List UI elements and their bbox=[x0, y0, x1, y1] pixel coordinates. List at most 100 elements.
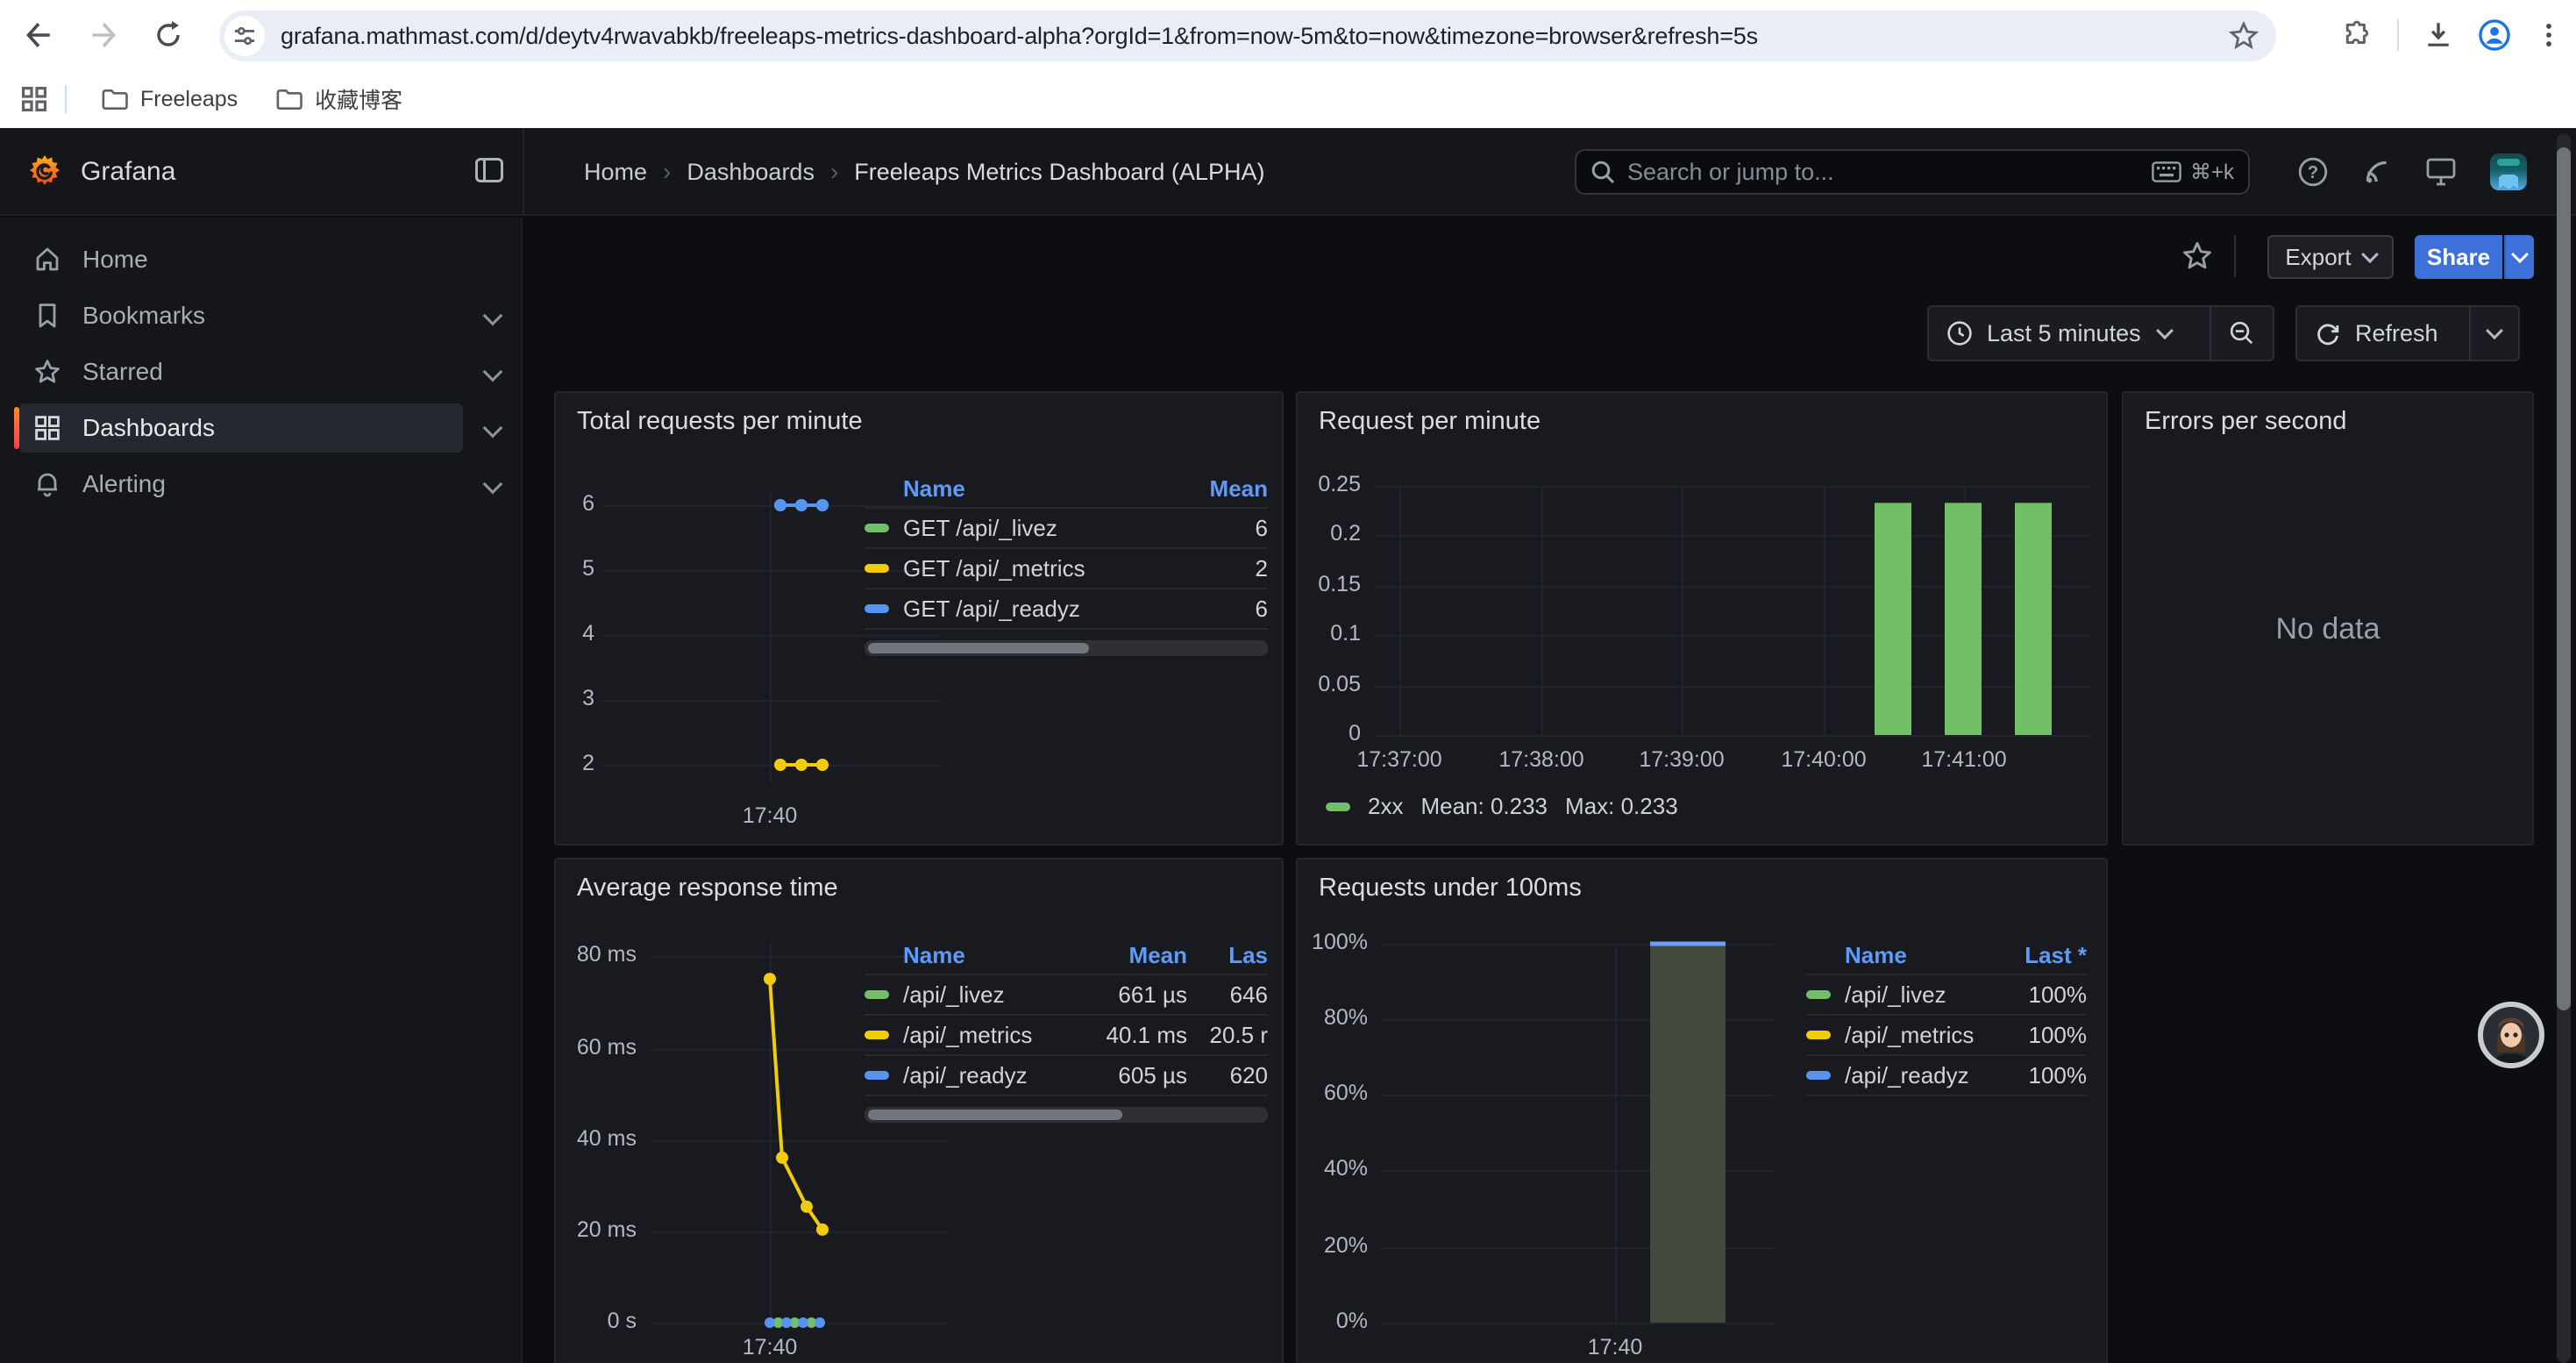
chevron-down-icon[interactable] bbox=[483, 418, 503, 439]
legend-row[interactable]: /api/_readyz100% bbox=[1806, 1056, 2087, 1096]
panel-avg-response-time: Average response time 80 ms 60 ms 40 ms … bbox=[554, 858, 1284, 1363]
chevron-down-icon[interactable] bbox=[483, 306, 503, 326]
legend-scrollbar[interactable] bbox=[865, 1107, 1268, 1123]
export-button[interactable]: Export bbox=[2267, 235, 2394, 279]
time-range-label: Last 5 minutes bbox=[1987, 320, 2141, 347]
legend-row[interactable]: /api/_metrics40.1 ms20.5 r bbox=[865, 1016, 1268, 1056]
series-swatch bbox=[865, 564, 889, 573]
sidebar-item-dashboards[interactable]: Dashboards bbox=[19, 403, 463, 453]
grafana-logo-icon bbox=[26, 153, 63, 191]
news-rss-icon[interactable] bbox=[2362, 157, 2392, 187]
legend-row[interactable]: GET /api/_livez6 bbox=[865, 509, 1268, 549]
dock-sidebar-icon[interactable] bbox=[475, 158, 503, 182]
downloads-icon[interactable] bbox=[2423, 20, 2453, 50]
site-settings-icon[interactable] bbox=[224, 16, 265, 56]
search-shortcut: ⌘+k bbox=[2152, 160, 2234, 185]
legend-header: NameLast * bbox=[1806, 937, 2087, 975]
home-icon bbox=[33, 246, 61, 274]
time-range-group: Last 5 minutes bbox=[1927, 305, 2274, 361]
breadcrumb-home[interactable]: Home bbox=[584, 159, 647, 186]
breadcrumb-current: Freeleaps Metrics Dashboard (ALPHA) bbox=[854, 159, 1264, 186]
breadcrumb-dashboards[interactable]: Dashboards bbox=[687, 159, 815, 186]
nav-divider bbox=[523, 128, 524, 216]
sidebar: Home Bookmarks Starred Dashboards Alerti… bbox=[0, 218, 523, 1363]
series-swatch bbox=[865, 604, 889, 613]
application-window: grafana.mathmast.com/d/deytv4rwavabkb/fr… bbox=[0, 0, 2576, 1363]
search-input[interactable]: Search or jump to... ⌘+k bbox=[1575, 149, 2250, 195]
bell-icon bbox=[33, 470, 61, 498]
share-menu-button[interactable] bbox=[2504, 235, 2534, 279]
extensions-icon[interactable] bbox=[2343, 20, 2373, 50]
address-bar[interactable]: grafana.mathmast.com/d/deytv4rwavabkb/fr… bbox=[219, 11, 2276, 61]
reload-icon[interactable] bbox=[147, 14, 189, 56]
search-placeholder: Search or jump to... bbox=[1627, 159, 2152, 186]
legend-row[interactable]: /api/_livez661 µs646 bbox=[865, 975, 1268, 1016]
help-icon[interactable]: ? bbox=[2297, 156, 2329, 188]
breadcrumb: Home › Dashboards › Freeleaps Metrics Da… bbox=[584, 128, 1264, 216]
no-data-message: No data bbox=[2124, 612, 2532, 646]
sidebar-item-home[interactable]: Home bbox=[19, 235, 463, 284]
zoom-out-icon bbox=[2229, 320, 2255, 346]
refresh-interval-button[interactable] bbox=[2471, 307, 2518, 360]
sidebar-item-label: Alerting bbox=[82, 470, 166, 498]
apps-grid-icon[interactable] bbox=[21, 86, 47, 112]
toolbar-divider bbox=[2397, 19, 2399, 51]
chevron-down-icon bbox=[2511, 246, 2529, 263]
active-indicator bbox=[14, 407, 19, 449]
time-range-picker[interactable]: Last 5 minutes bbox=[1929, 307, 2210, 360]
clock-icon bbox=[1946, 320, 1973, 346]
panel-errors-per-second: Errors per second No data bbox=[2122, 391, 2534, 846]
time-controls: Last 5 minutes Refresh bbox=[524, 302, 2576, 372]
back-icon[interactable] bbox=[18, 14, 60, 56]
legend-row[interactable]: /api/_readyz605 µs620 bbox=[865, 1056, 1268, 1096]
profile-icon[interactable] bbox=[2478, 18, 2511, 52]
grafana-brand[interactable]: Grafana bbox=[26, 128, 175, 216]
browser-toolbar: grafana.mathmast.com/d/deytv4rwavabkb/fr… bbox=[0, 0, 2576, 70]
series-swatch bbox=[865, 1031, 889, 1039]
svg-text:?: ? bbox=[2308, 163, 2318, 182]
legend-line[interactable]: 2xx Mean: 0.233 Max: 0.233 bbox=[1326, 793, 1678, 820]
apps-grid-icon bbox=[33, 414, 61, 442]
user-avatar[interactable] bbox=[2490, 153, 2527, 190]
panel-request-per-minute: Request per minute 0.25 0.2 0.15 0.1 0.0… bbox=[1296, 391, 2108, 846]
page-scrollbar[interactable] bbox=[2557, 133, 2571, 1363]
chevron-down-icon bbox=[2486, 322, 2503, 339]
sidebar-item-bookmarks[interactable]: Bookmarks bbox=[19, 291, 463, 340]
series-swatch bbox=[1806, 1031, 1831, 1039]
browser-menu-icon[interactable] bbox=[2536, 22, 2562, 48]
bookmark-folder-freeleaps[interactable]: Freeleaps bbox=[88, 80, 252, 119]
refresh-group: Refresh bbox=[2295, 305, 2520, 361]
sidebar-item-starred[interactable]: Starred bbox=[19, 347, 463, 396]
monitor-icon[interactable] bbox=[2425, 157, 2457, 187]
sidebar-item-label: Home bbox=[82, 246, 148, 274]
scrollbar-thumb[interactable] bbox=[2557, 147, 2571, 1010]
chevron-down-icon[interactable] bbox=[483, 362, 503, 382]
refresh-icon bbox=[2315, 320, 2341, 346]
chevron-down-icon[interactable] bbox=[483, 475, 503, 495]
panel-title[interactable]: Errors per second bbox=[2145, 407, 2347, 436]
series-swatch bbox=[865, 990, 889, 999]
legend-table: NameMean GET /api/_livez6 GET /api/_metr… bbox=[865, 470, 1268, 630]
assistant-avatar[interactable] bbox=[2478, 1002, 2544, 1068]
zoom-out-button[interactable] bbox=[2211, 307, 2273, 360]
sidebar-item-alerting[interactable]: Alerting bbox=[19, 460, 463, 509]
legend-row[interactable]: GET /api/_readyz6 bbox=[865, 589, 1268, 630]
bar-chart bbox=[1298, 393, 2106, 844]
bookmark-star-icon[interactable] bbox=[2229, 21, 2259, 51]
legend-row[interactable]: /api/_livez100% bbox=[1806, 975, 2087, 1016]
legend-scrollbar[interactable] bbox=[865, 640, 1268, 656]
bookmark-folder-label: 收藏博客 bbox=[315, 83, 402, 115]
sidebar-item-label: Bookmarks bbox=[82, 302, 205, 330]
refresh-button[interactable]: Refresh bbox=[2297, 307, 2469, 360]
url-text[interactable]: grafana.mathmast.com/d/deytv4rwavabkb/fr… bbox=[281, 23, 2229, 50]
bookmark-folder-blogs[interactable]: 收藏博客 bbox=[262, 76, 416, 122]
dashboard-controls: Export Share bbox=[524, 218, 2576, 295]
share-button[interactable]: Share bbox=[2415, 235, 2502, 279]
brand-name: Grafana bbox=[81, 157, 175, 187]
search-icon bbox=[1590, 160, 1615, 184]
legend-row[interactable]: GET /api/_metrics2 bbox=[865, 549, 1268, 589]
favorite-star-icon[interactable] bbox=[2181, 240, 2213, 272]
forward-icon[interactable] bbox=[82, 14, 125, 56]
legend-row[interactable]: /api/_metrics100% bbox=[1806, 1016, 2087, 1056]
bookmarks-bar: Freeleaps 收藏博客 bbox=[0, 70, 2576, 128]
